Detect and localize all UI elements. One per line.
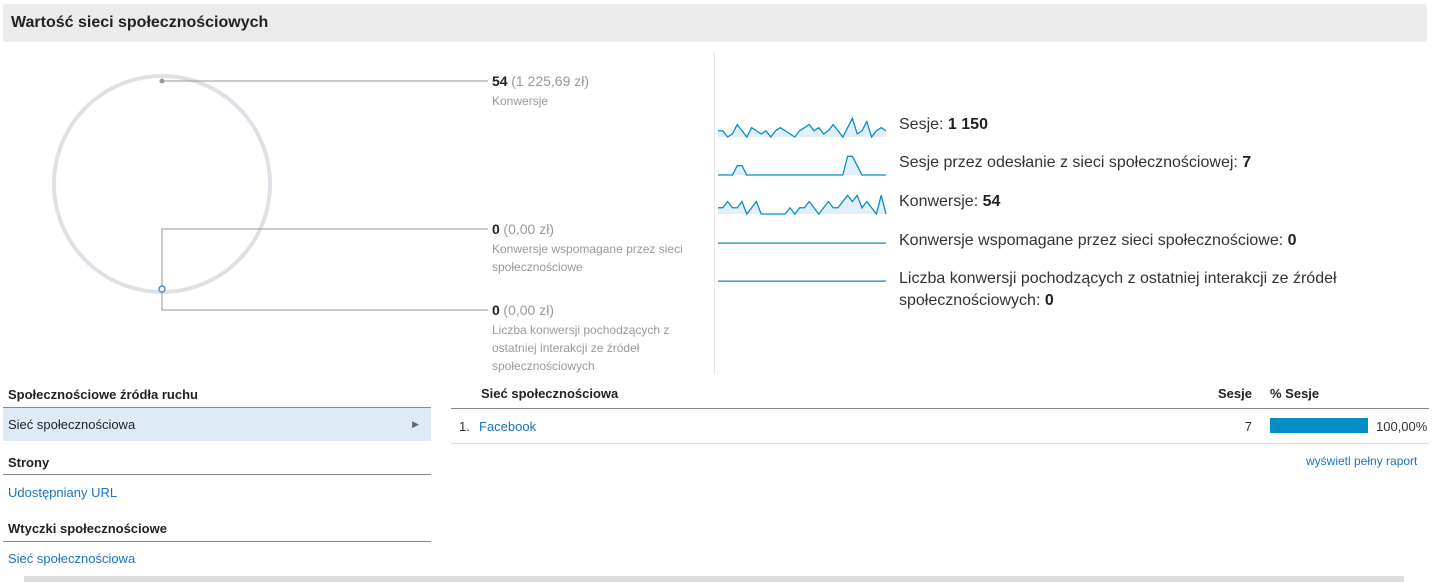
sparkline-row-social-sessions: Sesje przez odesłanie z sieci społecznoś…	[716, 150, 1416, 180]
nav-item-social-network[interactable]: Sieć społecznościowa ▶	[3, 408, 431, 441]
metric-value: 54	[492, 73, 508, 89]
metric-label-line: ostatniej interakcji ze źródeł	[492, 341, 640, 355]
sparkline-label: Sesje przez odesłanie z sieci społecznoś…	[899, 154, 1243, 171]
sparkline	[718, 155, 886, 176]
horizontal-scrollbar[interactable]	[24, 576, 1404, 582]
sparkline-value: 1 150	[947, 116, 988, 133]
table-row: 1. Facebook 7 100,00%	[451, 410, 1429, 443]
sparkline-label: Liczba konwersji pochodzących z ostatnie…	[899, 270, 1337, 287]
sparkline-area	[718, 118, 886, 137]
triangle-right-icon: ▶	[412, 419, 419, 429]
page-header: Wartość sieci społecznościowych	[3, 4, 1427, 42]
row-pct: 100,00%	[1376, 419, 1428, 434]
connector-dot-bottom	[158, 285, 166, 293]
sparkline-label: Konwersje:	[899, 193, 983, 210]
nav-link-shared-url[interactable]: Udostępniany URL	[8, 485, 117, 500]
sparkline-row-conversions: Konwersje: 54	[716, 189, 1416, 219]
sparkline-label: Sesje:	[899, 116, 948, 133]
nav-section-title: Wtyczki społecznościowe	[8, 521, 167, 536]
sparkline-value: 0	[1287, 232, 1297, 249]
value-diagram: 54 (1 225,69 zł) Konwersje 0 (0,00 zł) K…	[0, 50, 714, 375]
metric-last-interaction-conversions: 0 (0,00 zł) Liczba konwersji pochodzącyc…	[492, 302, 669, 375]
nav-link-social-plugins-network[interactable]: Sieć społecznościowa	[8, 551, 135, 566]
sparkline-row-assisted: Konwersje wspomagane przez sieci społecz…	[716, 228, 1416, 258]
sparkline	[718, 280, 886, 282]
metric-label-line: Liczba konwersji pochodzących z	[492, 323, 670, 337]
metric-money: (0,00 zł)	[503, 302, 554, 318]
sparkline-value: 0	[1044, 292, 1054, 309]
sparkline-row-sessions: Sesje: 1 150	[716, 112, 1416, 142]
vertical-divider	[714, 52, 715, 374]
sparkline	[718, 116, 887, 139]
sparkline-label: społecznościowych:	[899, 292, 1045, 309]
sparkline-row-last-interaction: Liczba konwersji pochodzących z ostatnie…	[716, 266, 1416, 316]
row-sessions: 7	[1244, 419, 1252, 434]
connector-dot-top	[159, 78, 165, 84]
metric-label-line: Konwersje wspomagane przez sieci	[492, 242, 683, 256]
nav-divider	[3, 474, 431, 475]
metric-money: (0,00 zł)	[503, 221, 554, 237]
nav-item-label: Sieć społecznościowa	[8, 417, 136, 432]
metric-assisted-conversions: 0 (0,00 zł) Konwersje wspomagane przez s…	[492, 221, 683, 276]
sparkline-label: Konwersje wspomagane przez sieci społecz…	[899, 232, 1288, 249]
full-report-link[interactable]: wyświetl pełny raport	[1306, 454, 1417, 468]
metric-label: Konwersje	[492, 94, 549, 108]
nav-section-title: Społecznościowe źródła ruchu	[8, 387, 198, 402]
page-title: Wartość sieci społecznościowych	[11, 14, 269, 31]
metric-money: (1 225,69 zł)	[511, 73, 590, 89]
row-pct-bar	[1270, 418, 1368, 433]
nav-section-title: Strony	[8, 455, 50, 470]
sparkline	[718, 242, 886, 244]
row-network-link[interactable]: Facebook	[479, 419, 536, 434]
metric-label-line: społecznościowe	[492, 260, 583, 274]
metric-conversions: 54 (1 225,69 zł) Konwersje	[492, 73, 589, 110]
metric-label-line: społecznościowych	[492, 359, 595, 373]
table-header-divider	[451, 408, 1429, 409]
nav-divider	[3, 541, 431, 542]
sparkline	[718, 193, 887, 216]
metric-value: 0	[492, 302, 500, 318]
sparkline-value: 7	[1242, 154, 1252, 171]
table-row-divider	[451, 443, 1429, 444]
column-header-pct-sessions[interactable]: % Sesje	[1270, 386, 1319, 408]
sparkline-value: 54	[982, 193, 1001, 210]
column-header-sessions[interactable]: Sesje	[1218, 386, 1252, 408]
column-header-network[interactable]: Sieć społecznościowa	[481, 386, 618, 408]
connector-last-interaction	[161, 289, 488, 311]
metric-value: 0	[492, 221, 500, 237]
row-index: 1.	[459, 419, 470, 434]
